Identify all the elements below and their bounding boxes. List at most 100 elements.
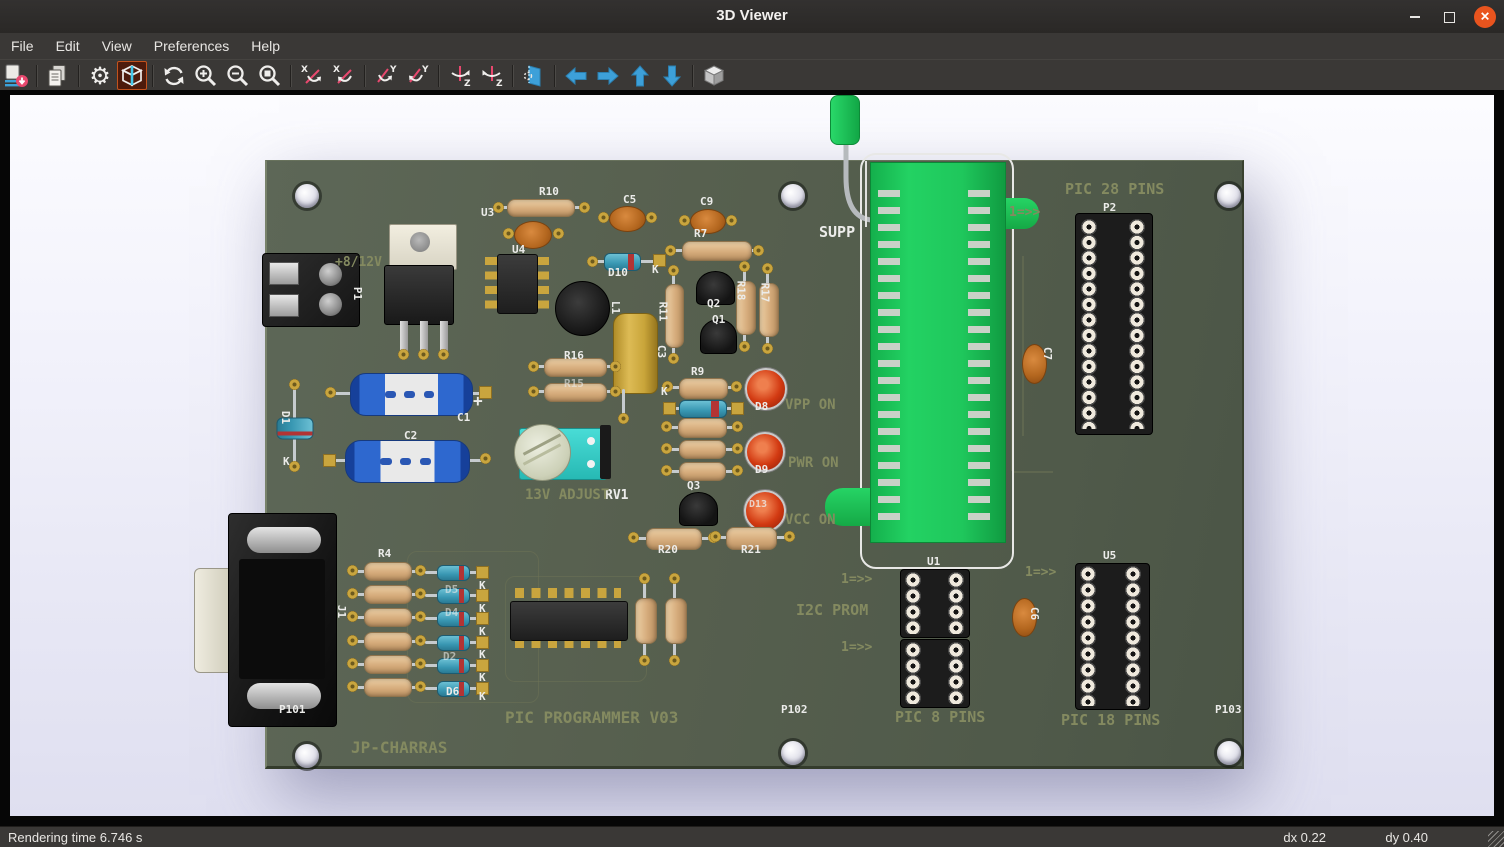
maximize-icon [1444,12,1455,23]
3d-cube-icon [119,63,145,89]
orthographic-projection-button[interactable] [699,61,729,90]
rotate-x-cw-button[interactable]: X [297,61,327,90]
component-ref-label: D6 [446,686,459,697]
component-ref-label: R16 [564,350,584,361]
component-ref-label: P102 [781,704,808,715]
export-image-button[interactable] [1,61,31,90]
component-ref-label: P101 [279,704,306,715]
component-ref-label: D2 [443,651,456,662]
component-ref-label: D13 [749,500,767,510]
zoom-in-button[interactable] [191,61,221,90]
component-ref-label: + [473,393,483,409]
move-left-button[interactable] [561,61,591,90]
rotate-x-cw-icon: X [299,63,325,89]
silkscreen-text: PIC PROGRAMMER V03 [505,710,678,726]
ortho-cube-icon [701,63,727,89]
zif-lever-handle [830,95,860,145]
render-current-view-button[interactable] [117,61,147,90]
toolbar-separator [36,65,38,87]
silkscreen-text: JP-CHARRAS [351,740,447,756]
silkscreen-text: 1=>> [1009,206,1040,219]
silkscreen-text: PIC 8 PINS [895,710,985,725]
component-ref-label: D8 [755,401,768,412]
rotate-y-cw-button[interactable]: Y [371,61,401,90]
component-ref-label: C2 [404,430,417,441]
toolbar-separator [152,65,154,87]
flip-board-icon [521,63,547,89]
rotate-x-ccw-icon: X [331,63,357,89]
pcb-board: U3R10C5C9R7U4D10KQ2Q1R18R17R11C3L1R16R15… [265,160,1244,769]
component-ref-label: K [479,603,486,614]
close-icon: ✕ [1480,11,1490,23]
menu-view[interactable]: View [91,34,143,58]
refresh-view-button[interactable] [159,61,189,90]
menu-help[interactable]: Help [240,34,291,58]
component-ref-label: J1 [336,605,347,618]
zoom-in-icon [193,63,219,89]
rotate-z-ccw-button[interactable]: Z [477,61,507,90]
component-ref-label: D4 [445,607,458,618]
component-ref-label: D1 [280,411,291,424]
toolbar-separator [438,65,440,87]
rotate-z-ccw-icon: Z [479,63,505,89]
settings-button[interactable]: ⚙ [85,61,115,90]
rotate-y-cw-icon: Y [373,63,399,89]
toolbar-separator [364,65,366,87]
zoom-to-fit-button[interactable] [255,61,285,90]
component-ref-label: R10 [539,186,559,197]
component-ref-label: U1 [927,556,940,567]
toolbar: ⚙ X X Y Y Z Z [0,59,1504,91]
rotate-y-ccw-icon: Y [405,63,431,89]
component-ref-label: C7 [1042,347,1053,360]
title-bar: 3D Viewer ✕ [0,0,1504,33]
arrow-down-icon [659,63,685,89]
silkscreen-text: PIC 18 PINS [1061,713,1160,728]
component-ref-label: L1 [610,301,621,314]
component-ref-label: SUPP [819,225,855,240]
close-button[interactable]: ✕ [1474,6,1496,28]
svg-text:X: X [333,65,340,75]
component-ref-label: D10 [608,267,628,278]
resize-grip[interactable] [1488,831,1504,847]
zoom-out-button[interactable] [223,61,253,90]
rotate-y-ccw-button[interactable]: Y [403,61,433,90]
component-ref-label: R4 [378,548,391,559]
rotate-z-cw-button[interactable]: Z [445,61,475,90]
component-ref-label: Q2 [707,298,720,309]
svg-text:Z: Z [496,79,503,89]
silkscreen-text: PIC 28 PINS [1065,182,1164,197]
svg-text:Z: Z [464,79,471,89]
menu-file[interactable]: File [0,34,45,58]
component-ref-label: P2 [1103,202,1116,213]
component-ref-label: K [479,580,486,591]
component-ref-label: C9 [700,196,713,207]
silkscreen-text: 1=>> [841,573,872,586]
copy-image-button[interactable] [43,61,73,90]
component-ref-label: P1 [352,287,363,300]
window-title: 3D Viewer [0,7,1504,24]
3d-viewport[interactable]: U3R10C5C9R7U4D10KQ2Q1R18R17R11C3L1R16R15… [10,95,1494,816]
component-ref-label: D5 [445,584,458,595]
component-ref-label: D9 [755,464,768,475]
arrow-left-icon [563,63,589,89]
move-down-button[interactable] [657,61,687,90]
component-ref-label: K [479,649,486,660]
move-up-button[interactable] [625,61,655,90]
component-ref-label: R17 [759,283,770,303]
svg-text:Y: Y [389,65,397,75]
svg-text:X: X [301,65,308,75]
maximize-button[interactable] [1438,6,1460,28]
menu-bar: File Edit View Preferences Help [0,33,1504,59]
silkscreen-text: 1=>> [841,641,872,654]
minimize-button[interactable] [1404,6,1426,28]
menu-preferences[interactable]: Preferences [143,34,240,58]
status-bar: Rendering time 6.746 s dx 0.22 dy 0.40 [0,826,1504,847]
rotate-x-ccw-button[interactable]: X [329,61,359,90]
menu-edit[interactable]: Edit [45,34,91,58]
component-ref-label: Q3 [687,480,700,491]
flip-board-button[interactable] [519,61,549,90]
move-right-button[interactable] [593,61,623,90]
toolbar-separator [554,65,556,87]
silkscreen-text: +8/12V [335,256,382,269]
component-ref-label: C6 [1029,607,1040,620]
